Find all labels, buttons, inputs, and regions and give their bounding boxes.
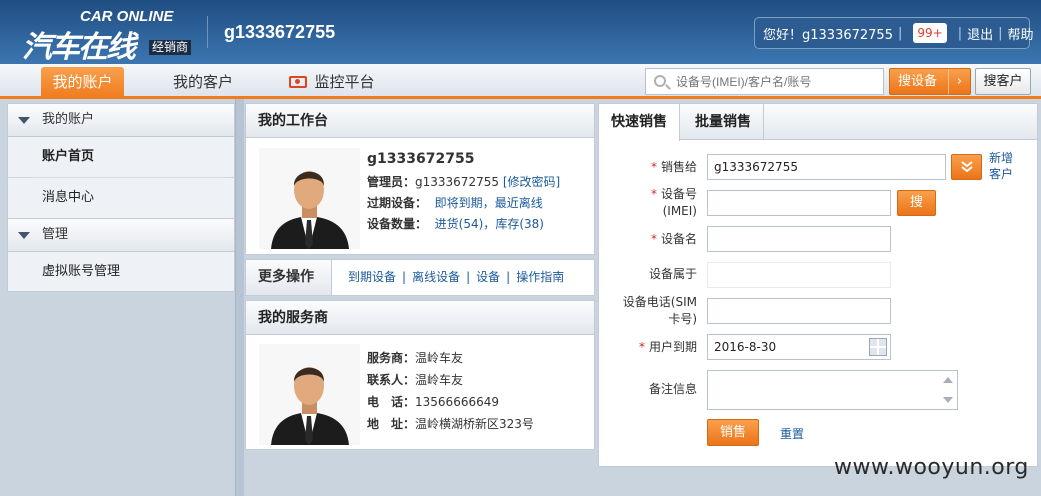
tab-my-customers-label: 我的客户 [172,73,233,91]
link-operation-guide[interactable]: 操作指南 [516,270,564,284]
service-provider-panel: 我的服务商 服务商：温岭车友 联系人：温岭车友 电 话：13566666649 … [245,300,595,450]
sim-phone-input[interactable] [707,298,891,324]
link-devices[interactable]: 设备 [476,270,500,284]
chevron-right-icon: › [948,69,970,94]
help-link[interactable]: 帮助 [1007,24,1033,43]
tab-monitor-platform[interactable]: 监控平台 [280,67,384,99]
workbench-panel: 我的工作台 g1333672755 管理员：g1333672755 [修改密码]… [245,103,595,255]
sidebar: 我的账户 账户首页 消息中心 管理 虚拟账号管理 [7,103,235,293]
logout-link[interactable]: 退出 [967,24,993,43]
top-header: CAR ONLINE 汽车在线 经销商 g1333672755 您好！g1333… [0,0,1041,65]
device-name-input[interactable] [707,226,891,252]
header-username: g1333672755 [224,22,336,42]
main-nav: 我的账户 我的客户 监控平台 搜设备 › 搜客户 [0,64,1041,99]
submit-sale-button[interactable]: 销售 [707,419,759,446]
remark-textarea[interactable] [707,370,958,410]
admin-row: 管理员：g1333672755 [修改密码] [367,175,561,189]
workbench-account-name: g1333672755 [367,151,475,167]
sidebar-group-my-account[interactable]: 我的账户 [7,103,235,137]
new-customer-link[interactable]: 新增客户 [989,150,1019,182]
device-name-label: * 设备名 [650,232,697,246]
search-input[interactable] [676,72,876,91]
sidebar-item-message-center[interactable]: 消息中心 [7,178,235,218]
header-divider [207,16,208,48]
tab-monitor-platform-label: 监控平台 [314,73,375,91]
collapse-triangle-icon [18,117,30,124]
link-offline-devices[interactable]: 离线设备 [412,270,460,284]
tab-my-customers[interactable]: 我的客户 [162,67,244,99]
belongs-to-value [707,262,891,288]
message-count-badge[interactable]: 99+ [913,23,947,43]
search-device-label: 搜设备 [898,74,938,89]
provider-address-row: 地 址：温岭横湖桥新区323号 [367,417,534,431]
provider-contact-row: 联系人：温岭车友 [367,373,464,387]
recent-offline-link[interactable]: 最近离线 [495,196,543,210]
double-chevron-down-icon [960,161,973,173]
imei-label: * 设备号(IMEI) [650,187,697,218]
search-icon [654,75,666,87]
expire-date-label: * 用户到期 [638,340,697,354]
more-operations-links: 到期设备 | 离线设备 | 设备 | 操作指南 [348,270,565,284]
logo-chinese: 汽车在线 [22,30,136,65]
user-info-box: 您好！g1333672755 | 99+ | 退出 | 帮助 [754,17,1034,49]
provider-avatar [259,344,360,445]
collapse-triangle-icon [18,232,30,239]
tab-quick-sale[interactable]: 快速销售 [599,104,680,141]
provider-info: 服务商：温岭车友 联系人：温岭车友 电 话：13566666649 地 址：温岭… [367,347,592,435]
purchase-link[interactable]: 进货(54) [435,217,484,231]
imei-search-button[interactable]: 搜 [897,190,936,216]
expired-devices-row: 过期设备： 即将到期，最近离线 [367,196,543,210]
search-customer-button[interactable]: 搜客户 [975,68,1031,95]
scroll-up-icon[interactable] [943,377,953,383]
expiring-link[interactable]: 即将到期 [435,196,483,210]
imei-input[interactable] [707,190,891,216]
search-box [645,68,884,95]
sidebar-splitter[interactable] [235,99,244,496]
customer-dropdown-button[interactable] [951,154,982,180]
expire-date-input[interactable]: 2016-8-30 [707,334,891,360]
person-avatar-icon [259,148,360,249]
workbench-title: 我的工作台 [246,104,594,138]
sale-tabs: 快速销售 批量销售 [599,104,1037,141]
watermark: www.wooyun.org [834,455,1029,480]
camera-icon [289,76,308,88]
reset-link[interactable]: 重置 [780,425,804,442]
provider-name-row: 服务商：温岭车友 [367,351,464,365]
stock-link[interactable]: 库存(38) [495,217,544,231]
sale-form-panel: 快速销售 批量销售 * 销售给 g1333672755 新增客户 * 设备号(IME… [598,103,1038,467]
sidebar-group-label: 我的账户 [42,112,95,127]
remark-label: 备注信息 [648,382,697,396]
workbench-info: g1333672755 管理员：g1333672755 [修改密码] 过期设备：… [367,149,587,235]
device-count-row: 设备数量： 进货(54)，库存(38) [367,217,544,231]
expire-date-value: 2016-8-30 [714,340,777,354]
provider-phone-row: 电 话：13566666649 [367,395,499,409]
belongs-to-label: 设备属于 [648,267,697,281]
scroll-down-icon[interactable] [943,397,953,403]
sidebar-item-virtual-accounts[interactable]: 虚拟账号管理 [7,252,235,292]
sim-phone-label: 设备电话(SIM卡号) [622,295,697,326]
sidebar-item-account-home[interactable]: 账户首页 [7,137,235,177]
sell-to-input[interactable]: g1333672755 [707,154,946,180]
dealer-tag: 经销商 [149,40,192,55]
search-device-button[interactable]: 搜设备 › [889,68,971,95]
tab-my-account-label: 我的账户 [52,73,113,91]
calendar-icon[interactable] [869,338,887,356]
service-provider-title: 我的服务商 [246,301,594,335]
change-password-link[interactable]: [修改密码] [503,175,560,189]
sell-to-label: * 销售给 [650,160,697,174]
more-operations-bar: 更多操作 到期设备 | 离线设备 | 设备 | 操作指南 [245,259,595,296]
sidebar-group-management[interactable]: 管理 [7,218,235,252]
user-avatar [259,148,360,249]
sidebar-group-label: 管理 [42,227,69,242]
link-expired-devices[interactable]: 到期设备 [348,270,396,284]
brand-logo[interactable]: CAR ONLINE 汽车在线 经销商 [22,8,192,65]
admin-value: g1333672755 [415,175,499,189]
tab-batch-sale[interactable]: 批量销售 [683,104,764,140]
tab-my-account[interactable]: 我的账户 [41,67,124,99]
greeting-text: 您好！g1333672755 [763,27,893,43]
person-avatar-icon [259,344,360,445]
more-operations-label: 更多操作 [246,260,332,295]
